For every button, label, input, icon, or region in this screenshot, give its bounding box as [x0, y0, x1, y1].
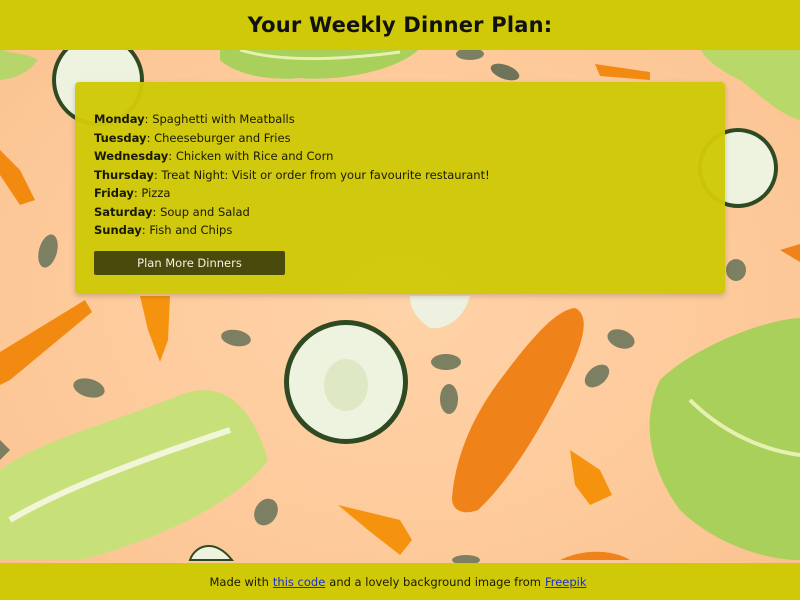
- separator: :: [152, 204, 161, 219]
- this-code-link[interactable]: this code: [273, 575, 325, 589]
- day-label: Sunday: [94, 223, 142, 237]
- meal-label: Treat Night: Visit or order from your fa…: [161, 167, 490, 182]
- page-footer: Made with this code and a lovely backgro…: [0, 563, 800, 600]
- dinner-item-thursday: Thursday: Treat Night: Visit or order fr…: [94, 166, 725, 185]
- day-label: Saturday: [94, 204, 153, 219]
- dinner-list: Monday: Spaghetti with Meatballs Tuesday…: [94, 110, 725, 240]
- day-label: Monday: [94, 112, 145, 126]
- dinner-item-saturday: Saturday: Soup and Salad: [94, 203, 725, 222]
- day-label: Tuesday: [94, 130, 147, 145]
- meal-label: Soup and Salad: [160, 204, 250, 219]
- day-label: Friday: [94, 186, 134, 200]
- plan-more-dinners-button[interactable]: Plan More Dinners: [94, 251, 285, 275]
- dinner-item-tuesday: Tuesday: Cheeseburger and Fries: [94, 129, 725, 148]
- day-label: Wednesday: [94, 149, 169, 163]
- meal-label: Chicken with Rice and Corn: [175, 149, 334, 163]
- separator: :: [168, 149, 176, 163]
- meal-label: Spaghetti with Meatballs: [152, 112, 295, 126]
- page-title: Your Weekly Dinner Plan:: [247, 13, 553, 37]
- separator: :: [146, 130, 155, 145]
- day-label: Thursday: [94, 167, 154, 182]
- freepik-link[interactable]: Freepik: [545, 575, 587, 589]
- dinner-item-monday: Monday: Spaghetti with Meatballs: [94, 110, 725, 129]
- meal-label: Cheeseburger and Fries: [154, 130, 291, 145]
- footer-middle: and a lovely background image from: [329, 574, 541, 589]
- dinner-item-sunday: Sunday: Fish and Chips: [94, 221, 725, 240]
- page-header: Your Weekly Dinner Plan:: [0, 0, 800, 50]
- dinner-item-wednesday: Wednesday: Chicken with Rice and Corn: [94, 147, 725, 166]
- meal-label: Fish and Chips: [149, 223, 233, 237]
- footer-prefix: Made with: [209, 574, 269, 589]
- meal-label: Pizza: [141, 186, 171, 200]
- dinner-plan-card: Monday: Spaghetti with Meatballs Tuesday…: [75, 82, 725, 294]
- dinner-item-friday: Friday: Pizza: [94, 184, 725, 203]
